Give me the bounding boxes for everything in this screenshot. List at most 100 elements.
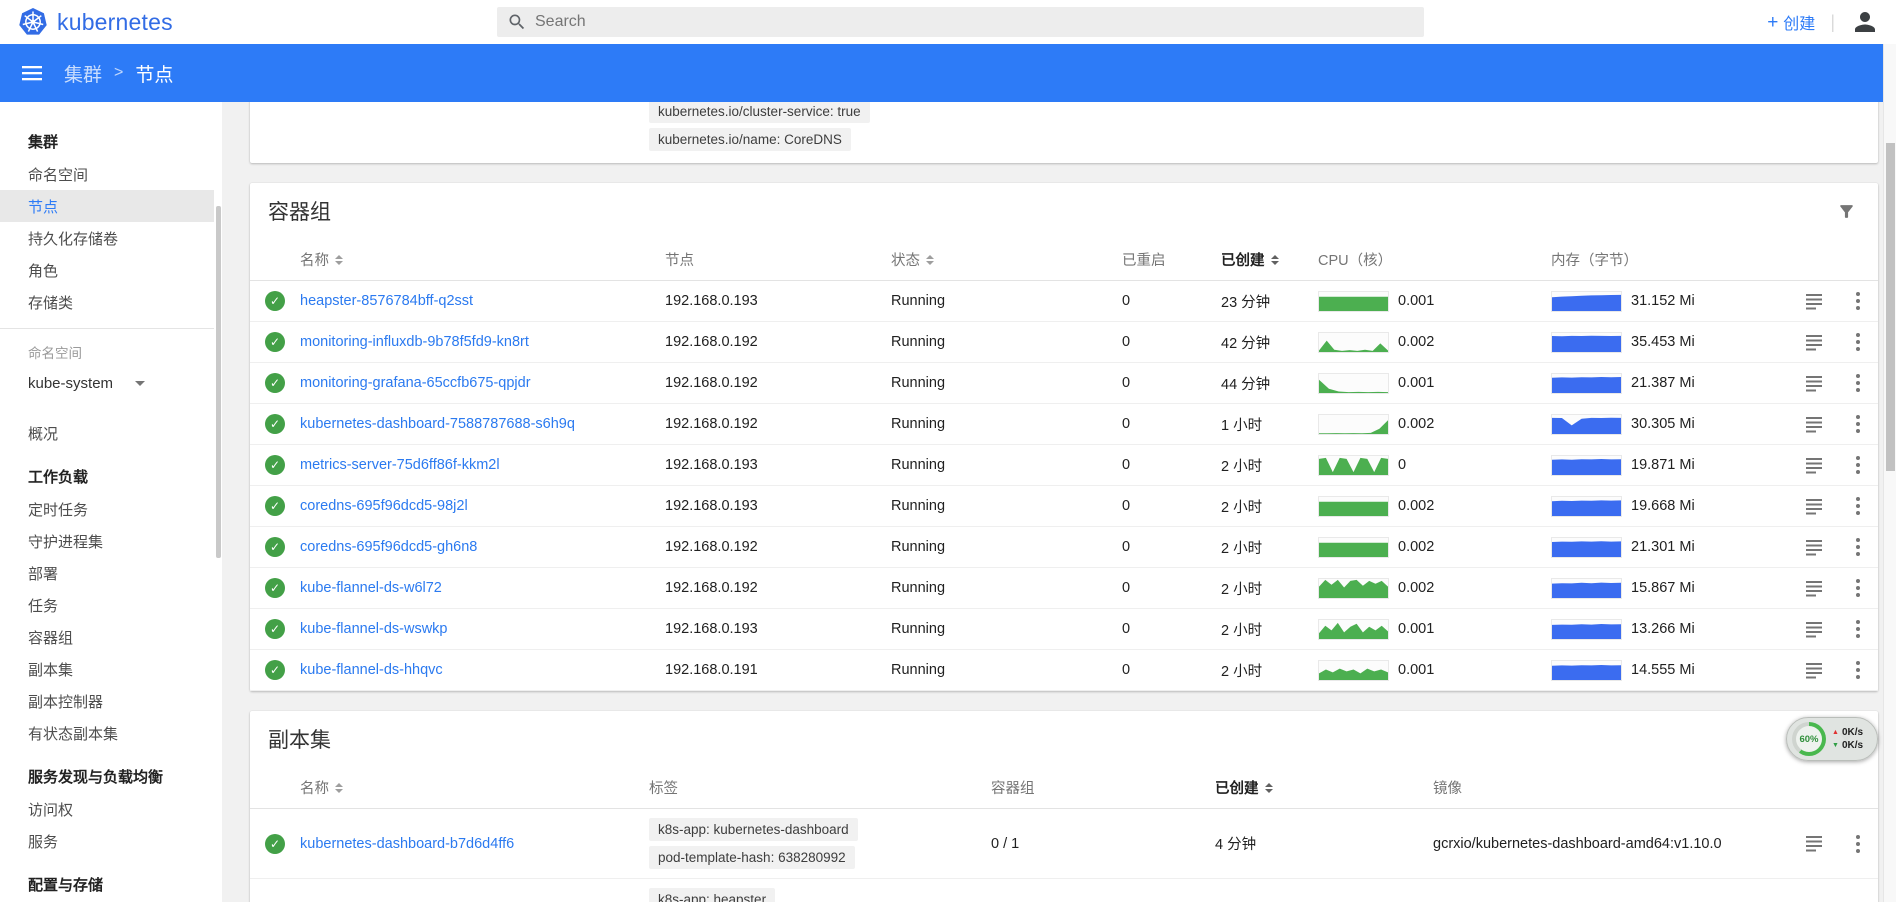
pod-logs-button[interactable] — [1790, 498, 1838, 515]
sidebar-item-replica-sets[interactable]: 副本集 — [0, 653, 214, 685]
pod-node: 192.168.0.192 — [665, 375, 891, 391]
column-header-pods: 容器组 — [991, 777, 1215, 798]
sidebar-item-deployments[interactable]: 部署 — [0, 557, 214, 589]
user-avatar-button[interactable] — [1850, 7, 1880, 37]
column-header-created[interactable]: 已创建 — [1221, 249, 1318, 270]
pods-filter-button[interactable] — [1837, 202, 1856, 221]
pod-logs-button[interactable] — [1790, 662, 1838, 679]
replicaset-menu-button[interactable] — [1838, 831, 1878, 857]
pod-name-link[interactable]: monitoring-influxdb-9b78f5fd9-kn8rt — [300, 334, 529, 350]
sidebar-item-namespaces[interactable]: 命名空间 — [0, 158, 214, 190]
search-input[interactable] — [535, 13, 1414, 31]
pod-logs-button[interactable] — [1790, 293, 1838, 310]
sidebar-scrollbar-thumb[interactable] — [216, 206, 221, 558]
pod-logs-button[interactable] — [1790, 416, 1838, 433]
sidebar-item-roles[interactable]: 角色 — [0, 254, 214, 286]
pod-status-icon: ✓ — [250, 660, 300, 680]
pod-logs-button[interactable] — [1790, 334, 1838, 351]
column-header-name[interactable]: 名称 — [300, 777, 649, 798]
pod-menu-button[interactable] — [1838, 657, 1878, 683]
pod-menu-button[interactable] — [1838, 575, 1878, 601]
pod-name-link[interactable]: kubernetes-dashboard-7588787688-s6h9q — [300, 416, 575, 432]
sidebar-divider — [0, 328, 214, 329]
column-header-name[interactable]: 名称 — [300, 249, 665, 270]
pod-logs-button[interactable] — [1790, 457, 1838, 474]
sidebar-item-pods[interactable]: 容器组 — [0, 621, 214, 653]
sort-arrows-icon — [335, 783, 343, 793]
sidebar-item-stateful-sets[interactable]: 有状态副本集 — [0, 717, 214, 749]
pod-menu-button[interactable] — [1838, 411, 1878, 437]
pod-memory-usage: 30.305 Mi — [1551, 414, 1790, 435]
pod-cpu-usage: 0.002 — [1318, 496, 1551, 517]
pod-menu-button[interactable] — [1838, 288, 1878, 314]
hamburger-icon — [20, 61, 44, 85]
cpu-sparkline-box — [1318, 660, 1389, 681]
sidebar-item-persistent-volumes[interactable]: 持久化存储卷 — [0, 222, 214, 254]
memory-value: 19.871 Mi — [1631, 457, 1695, 473]
memory-sparkline-box — [1551, 578, 1622, 599]
sidebar-item-cron-jobs[interactable]: 定时任务 — [0, 493, 214, 525]
usage-sparkline — [1319, 497, 1388, 516]
page-scrollbar-thumb[interactable] — [1886, 143, 1895, 471]
pod-name-link[interactable]: kube-flannel-ds-hhqvc — [300, 662, 443, 678]
column-header-created[interactable]: 已创建 — [1215, 777, 1433, 798]
pod-menu-button[interactable] — [1838, 370, 1878, 396]
sidebar-item-nodes[interactable]: 节点 — [0, 190, 214, 222]
breadcrumb-cluster-link[interactable]: 集群 — [64, 60, 102, 87]
kebab-menu-icon — [1852, 411, 1864, 437]
upload-rate: 0K/s — [1842, 726, 1863, 739]
namespace-label: 命名空间 — [0, 339, 214, 365]
pod-logs-button[interactable] — [1790, 375, 1838, 392]
pod-menu-button[interactable] — [1838, 452, 1878, 478]
pod-logs-button[interactable] — [1790, 580, 1838, 597]
pod-created: 42 分钟 — [1221, 332, 1318, 353]
kubernetes-logo[interactable]: kubernetes — [18, 0, 173, 44]
pod-menu-button[interactable] — [1838, 616, 1878, 642]
sidebar-item-jobs[interactable]: 任务 — [0, 589, 214, 621]
sidebar-item-config-storage[interactable]: 配置与存储 — [0, 867, 214, 901]
sidebar-item-cluster[interactable]: 集群 — [0, 124, 214, 158]
sidebar-item-ingresses[interactable]: 访问权 — [0, 793, 214, 825]
sidebar-item-daemon-sets[interactable]: 守护进程集 — [0, 525, 214, 557]
sidebar-item-services[interactable]: 服务 — [0, 825, 214, 857]
replicaset-name-link[interactable]: kubernetes-dashboard-b7d6d4ff6 — [300, 836, 514, 852]
pod-menu-button[interactable] — [1838, 329, 1878, 355]
pod-name-link[interactable]: metrics-server-75d6ff86f-kkm2l — [300, 457, 500, 473]
pod-menu-button[interactable] — [1838, 493, 1878, 519]
sort-arrows-icon — [926, 255, 934, 265]
sidebar-item-workloads[interactable]: 工作负载 — [0, 459, 214, 493]
pod-node: 192.168.0.193 — [665, 498, 891, 514]
memory-value: 21.301 Mi — [1631, 539, 1695, 555]
pod-cpu-usage: 0 — [1318, 455, 1551, 476]
replicaset-logs-button[interactable] — [1790, 835, 1838, 852]
cpu-sparkline-box — [1318, 373, 1389, 394]
sidebar-item-overview[interactable]: 概况 — [0, 417, 214, 449]
check-circle-icon: ✓ — [265, 496, 285, 516]
pod-name-link[interactable]: coredns-695f96dcd5-gh6n8 — [300, 539, 477, 555]
memory-value: 14.555 Mi — [1631, 662, 1695, 678]
cpu-sparkline-box — [1318, 537, 1389, 558]
pod-name-link[interactable]: monitoring-grafana-65ccfb675-qpjdr — [300, 375, 531, 391]
sidebar-item-storage-classes[interactable]: 存储类 — [0, 286, 214, 318]
pod-name-link[interactable]: kube-flannel-ds-wswkp — [300, 621, 447, 637]
memory-value: 35.453 Mi — [1631, 334, 1695, 350]
pod-name-link[interactable]: coredns-695f96dcd5-98j2l — [300, 498, 468, 514]
create-label: 创建 — [1783, 10, 1815, 34]
pod-logs-button[interactable] — [1790, 621, 1838, 638]
logs-icon — [1805, 375, 1824, 392]
pod-created: 2 小时 — [1221, 537, 1318, 558]
pod-name-link[interactable]: heapster-8576784bff-q2sst — [300, 293, 473, 309]
pod-logs-button[interactable] — [1790, 539, 1838, 556]
pod-name-link[interactable]: kube-flannel-ds-w6l72 — [300, 580, 442, 596]
create-button[interactable]: + 创建 — [1767, 10, 1815, 34]
pod-status-icon: ✓ — [250, 373, 300, 393]
namespace-selector[interactable]: kube-system — [0, 365, 214, 401]
menu-toggle-button[interactable] — [20, 61, 44, 85]
page-scrollbar[interactable] — [1883, 44, 1896, 902]
pod-menu-button[interactable] — [1838, 534, 1878, 560]
sidebar-item-replication-controllers[interactable]: 副本控制器 — [0, 685, 214, 717]
column-header-status[interactable]: 状态 — [891, 249, 1122, 270]
sidebar-item-discovery-load-balancing[interactable]: 服务发现与负载均衡 — [0, 759, 214, 793]
usage-sparkline — [1319, 579, 1388, 598]
pod-status-icon: ✓ — [250, 414, 300, 434]
